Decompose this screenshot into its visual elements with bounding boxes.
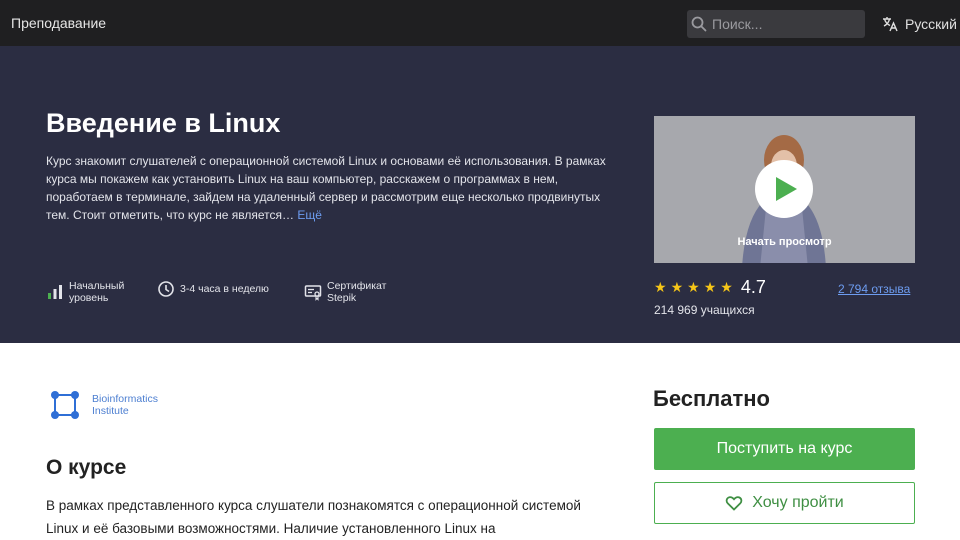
play-button[interactable]: [755, 160, 813, 218]
certificate-icon: [304, 285, 322, 301]
students-count: 214 969 учащихся: [654, 303, 755, 317]
level-info: Начальный уровень: [46, 280, 139, 304]
play-icon: [776, 177, 797, 201]
search-box[interactable]: [687, 10, 865, 38]
star-icon: ★: [654, 279, 667, 295]
enroll-button[interactable]: Поступить на курс: [654, 428, 915, 470]
heart-icon: [726, 496, 743, 511]
organization-logo: [51, 391, 79, 419]
star-icon: ★: [703, 279, 717, 295]
star-icon: ★: [687, 279, 700, 295]
language-label: Русский: [905, 16, 957, 32]
certificate-info: Сертификат Stepik: [304, 280, 397, 304]
video-caption: Начать просмотр: [737, 236, 832, 248]
language-selector[interactable]: Русский: [881, 14, 957, 34]
certificate-label: Сертификат Stepik: [327, 280, 387, 304]
course-title: Введение в Linux: [46, 108, 281, 138]
about-title: О курсе: [46, 456, 127, 479]
promo-video[interactable]: Начать просмотр: [654, 116, 915, 263]
workload-info: 3-4 часа в неделю: [157, 280, 269, 298]
translate-icon: [883, 17, 898, 32]
teaching-link[interactable]: Преподавание: [11, 15, 106, 31]
more-link[interactable]: Ещё: [297, 208, 322, 222]
star-icon: ★: [720, 279, 733, 295]
clock-icon: [158, 281, 174, 297]
organization-name[interactable]: Bioinformatics Institute: [92, 393, 182, 417]
wishlist-label: Хочу пройти: [752, 494, 844, 511]
wishlist-button[interactable]: Хочу пройти: [654, 482, 915, 524]
level-bars-icon: [48, 285, 62, 299]
price-label: Бесплатно: [653, 386, 770, 411]
workload-label: 3-4 часа в неделю: [180, 283, 269, 295]
search-icon: [691, 16, 707, 32]
course-rating: ★ ★ ★ ★ ★ 4.7: [654, 277, 766, 298]
star-icon: ★: [670, 279, 684, 295]
level-label: Начальный уровень: [69, 280, 125, 304]
organization[interactable]: Bioinformatics Institute: [50, 390, 182, 420]
course-description-text: Курс знакомит слушателей с операционной …: [46, 154, 606, 222]
course-hero: Введение в Linux Курс знакомит слушателе…: [0, 46, 960, 343]
about-text: В рамках представленного курса слушатели…: [46, 498, 581, 536]
top-bar: Преподавание Русский: [0, 0, 960, 46]
search-input[interactable]: [712, 10, 862, 38]
rating-value: 4.7: [740, 277, 766, 297]
reviews-link[interactable]: 2 794 отзыва: [838, 282, 910, 296]
course-description: Курс знакомит слушателей с операционной …: [46, 152, 606, 224]
